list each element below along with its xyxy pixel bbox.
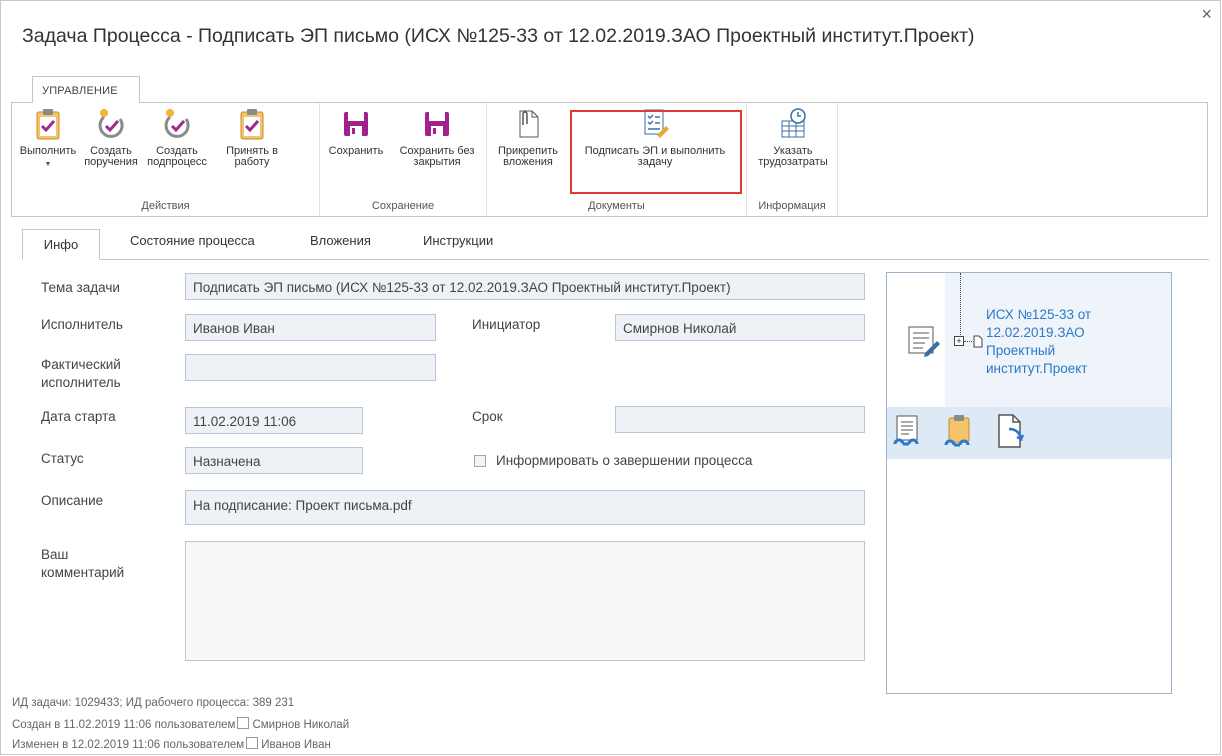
- ribbon-group-actions: Выполнить ▼ Создать поручения Создать по…: [12, 103, 320, 216]
- user-icon: [237, 717, 250, 729]
- comment-textarea[interactable]: [185, 541, 865, 661]
- refresh-check-icon: [164, 109, 190, 138]
- attach-button[interactable]: Прикрепить вложения: [491, 107, 565, 168]
- close-icon[interactable]: ×: [1201, 5, 1212, 23]
- ribbon-group-info: Указать трудозатраты Информация: [747, 103, 838, 216]
- description-label: Описание: [41, 493, 104, 508]
- created-user-link[interactable]: Смирнов Николай: [252, 719, 349, 731]
- user-icon: [246, 737, 259, 749]
- group-label-actions: Действия: [141, 200, 190, 212]
- create-subprocess-button[interactable]: Создать подпроцесс: [144, 107, 210, 168]
- deadline-field[interactable]: [615, 406, 865, 433]
- tab-attachments[interactable]: Вложения: [310, 233, 371, 248]
- notify-checkbox[interactable]: [474, 455, 486, 467]
- executor-field[interactable]: Иванов Иван: [185, 314, 436, 341]
- refresh-check-icon: [98, 109, 124, 138]
- highlight-frame: [570, 110, 742, 194]
- tab-process-state[interactable]: Состояние процесса: [130, 233, 255, 248]
- subject-label: Тема задачи: [41, 280, 120, 295]
- edit-document-icon: [908, 326, 940, 357]
- group-label-saving: Сохранение: [371, 200, 435, 212]
- link-clipboard-icon[interactable]: [943, 414, 973, 452]
- floppy-disk-icon: [425, 112, 449, 136]
- ribbon-tab-label: УПРАВЛЕНИЕ: [42, 85, 118, 97]
- task-check-icon: [240, 109, 264, 140]
- deadline-label: Срок: [472, 409, 503, 424]
- accept-button[interactable]: Принять в работу: [212, 107, 292, 168]
- executor-label: Исполнитель: [41, 317, 123, 332]
- tab-info[interactable]: Инфо: [22, 229, 100, 260]
- link-document-icon[interactable]: [892, 414, 922, 452]
- tabs-divider: [22, 259, 1209, 260]
- status-label: Статус: [41, 451, 84, 466]
- initiator-field[interactable]: Смирнов Николай: [615, 314, 865, 341]
- tree-branch: [964, 341, 972, 342]
- actual-executor-label: Фактический исполнитель: [41, 357, 121, 390]
- labor-costs-button[interactable]: Указать трудозатраты: [751, 107, 835, 168]
- actual-executor-field[interactable]: [185, 354, 436, 381]
- paperclip-document-icon: [519, 110, 539, 138]
- ribbon-tab-management[interactable]: УПРАВЛЕНИЕ: [32, 76, 140, 103]
- ribbon-group-saving: Сохранить Сохранить без закрытия Сохране…: [320, 103, 487, 216]
- subject-field[interactable]: Подписать ЭП письмо (ИСХ №125-33 от 12.0…: [185, 273, 865, 300]
- footer-created: Создан в 11.02.2019 11:06 пользователем С…: [12, 717, 350, 731]
- ribbon: Выполнить ▼ Создать поручения Создать по…: [11, 102, 1208, 217]
- notify-label: Информировать о завершении процесса: [496, 453, 753, 468]
- attachments-panel: + ИСХ №125-33 от 12.02.2019.ЗАО Проектны…: [886, 272, 1172, 694]
- footer-changed: Изменен в 12.02.2019 11:06 пользователем…: [12, 737, 331, 751]
- group-label-documents: Документы: [588, 200, 645, 212]
- changed-user-link[interactable]: Иванов Иван: [261, 739, 331, 751]
- group-label-info: Информация: [758, 200, 826, 212]
- clock-calendar-icon: [781, 108, 806, 138]
- chevron-down-icon: ▼: [44, 161, 52, 168]
- start-date-field[interactable]: 11.02.2019 11:06: [185, 407, 363, 434]
- document-icon: [973, 335, 983, 348]
- execute-button[interactable]: Выполнить ▼: [16, 107, 80, 170]
- save-button[interactable]: Сохранить: [324, 107, 388, 157]
- floppy-disk-icon: [344, 112, 368, 136]
- attachments-toolbar: [887, 407, 1171, 459]
- document-link[interactable]: ИСХ №125-33 от 12.02.2019.ЗАО Проектный …: [986, 306, 1126, 378]
- status-field[interactable]: Назначена: [185, 447, 363, 474]
- dialog-title: Задача Процесса - Подписать ЭП письмо (И…: [22, 25, 975, 47]
- comment-label: Ваш комментарий: [41, 547, 125, 580]
- expand-icon[interactable]: +: [954, 336, 964, 346]
- description-field[interactable]: На подписание: Проект письма.pdf: [185, 490, 865, 525]
- initiator-label: Инициатор: [472, 317, 541, 332]
- tab-instructions[interactable]: Инструкции: [423, 233, 493, 248]
- start-date-label: Дата старта: [41, 409, 116, 424]
- save-no-close-button[interactable]: Сохранить без закрытия: [390, 107, 484, 168]
- download-document-icon[interactable]: [995, 413, 1029, 451]
- create-orders-button[interactable]: Создать поручения: [80, 107, 142, 168]
- task-check-icon: [36, 109, 60, 140]
- tree-connector: [960, 273, 961, 337]
- footer-ids: ИД задачи: 1029433; ИД рабочего процесса…: [12, 697, 295, 709]
